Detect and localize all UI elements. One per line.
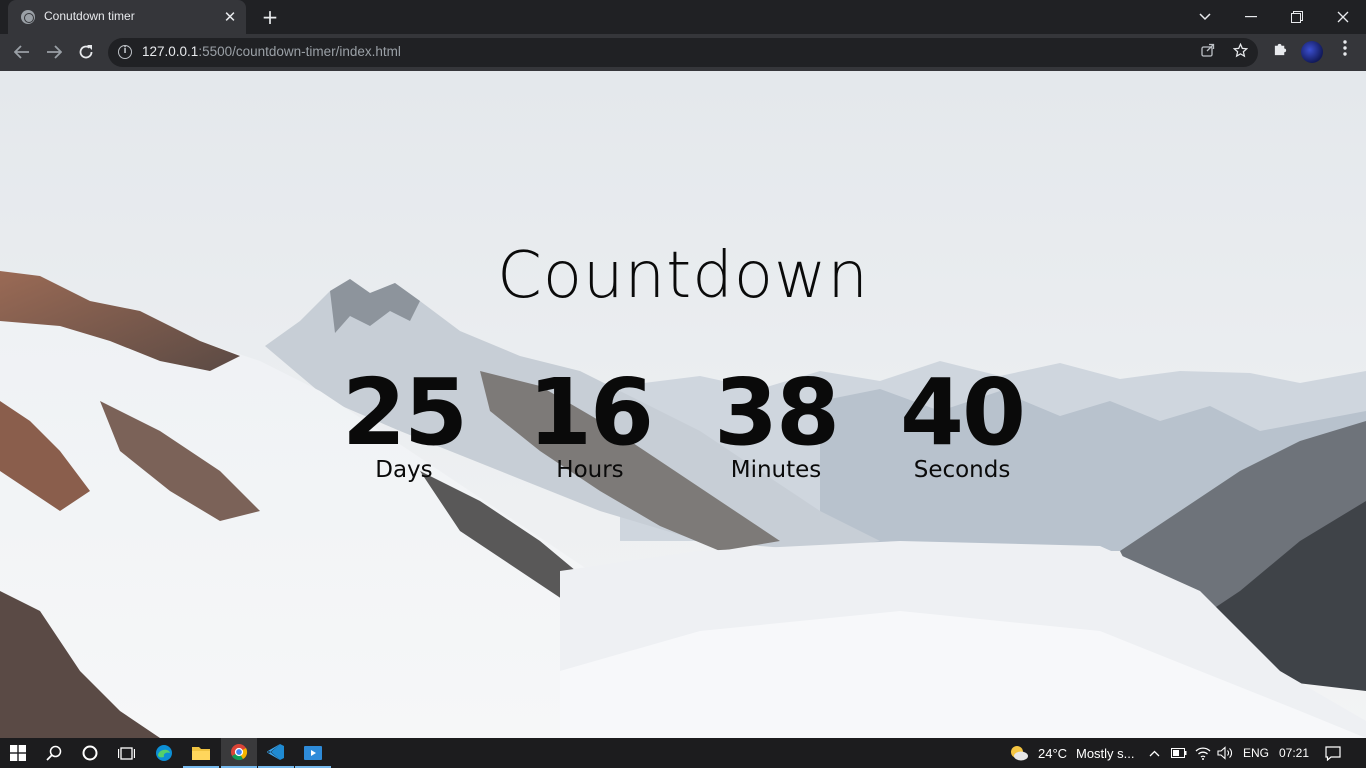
- star-icon[interactable]: [1230, 42, 1250, 63]
- url-text[interactable]: 127.0.0.1:5500/countdown-timer/index.htm…: [142, 44, 401, 59]
- address-bar[interactable]: i 127.0.0.1:5500/countdown-timer/index.h…: [108, 38, 1258, 67]
- tab-close-icon[interactable]: ✕: [220, 7, 240, 27]
- hours-value: 16: [527, 359, 654, 466]
- seconds-label: Seconds: [913, 457, 1011, 483]
- globe-icon: [21, 10, 35, 24]
- tab-search-chevron-down-icon[interactable]: [1182, 0, 1228, 34]
- share-icon[interactable]: [1198, 43, 1218, 63]
- edge-icon[interactable]: [146, 738, 182, 768]
- info-icon[interactable]: i: [118, 45, 132, 59]
- wifi-icon[interactable]: [1194, 738, 1212, 768]
- countdown-days: 25 Days: [341, 359, 468, 484]
- cortana-icon[interactable]: [72, 738, 108, 768]
- forward-icon[interactable]: [41, 39, 67, 65]
- search-icon[interactable]: [36, 738, 72, 768]
- new-tab-button[interactable]: +: [258, 5, 282, 29]
- countdown-container: Countdown 25 Days 16 Hours 38 Minutes 40…: [0, 71, 1366, 738]
- notification-icon[interactable]: [1322, 738, 1344, 768]
- profile-avatar[interactable]: [1301, 41, 1323, 63]
- minutes-value: 38: [714, 359, 840, 466]
- countdown-seconds: 40 Seconds: [900, 359, 1026, 484]
- weather-description[interactable]: Mostly s...: [1076, 738, 1135, 768]
- countdown-hours: 16 Hours: [527, 359, 654, 484]
- chrome-icon[interactable]: [221, 738, 257, 768]
- page-title: Countdown: [497, 239, 869, 313]
- minutes-label: Minutes: [730, 457, 822, 483]
- tab-title: Conutdown timer: [44, 9, 135, 23]
- file-explorer-icon[interactable]: [183, 738, 219, 768]
- countdown-minutes: 38 Minutes: [714, 359, 840, 484]
- windows-start-icon[interactable]: [0, 738, 36, 768]
- puzzle-icon[interactable]: [1268, 40, 1292, 64]
- chevron-up-icon[interactable]: [1146, 738, 1162, 768]
- battery-icon[interactable]: [1170, 738, 1188, 768]
- browser-toolbar: i 127.0.0.1:5500/countdown-timer/index.h…: [0, 34, 1366, 71]
- browser-tabstrip: Conutdown timer ✕ +: [0, 0, 1366, 34]
- back-icon[interactable]: [9, 39, 35, 65]
- page-viewport: Countdown 25 Days 16 Hours 38 Minutes 40…: [0, 71, 1366, 738]
- clock[interactable]: 07:21: [1279, 738, 1309, 768]
- volume-icon[interactable]: [1216, 738, 1234, 768]
- windows-taskbar: 24°C Mostly s... ENG 07:21: [0, 738, 1366, 768]
- minimize-icon[interactable]: [1228, 0, 1274, 34]
- reload-icon[interactable]: [73, 39, 99, 65]
- days-value: 25: [341, 359, 468, 466]
- close-window-icon[interactable]: [1320, 0, 1366, 34]
- weather-temperature[interactable]: 24°C: [1038, 738, 1067, 768]
- language-indicator[interactable]: ENG: [1243, 738, 1269, 768]
- vscode-icon[interactable]: [258, 738, 294, 768]
- seconds-value: 40: [900, 359, 1026, 466]
- media-app-icon[interactable]: [295, 738, 331, 768]
- weather-icon[interactable]: [1008, 738, 1030, 768]
- menu-kebab-icon[interactable]: [1333, 40, 1357, 64]
- task-view-icon[interactable]: [108, 738, 144, 768]
- browser-tab[interactable]: Conutdown timer ✕: [8, 0, 246, 34]
- restore-icon[interactable]: [1274, 0, 1320, 34]
- countdown-units: 25 Days 16 Hours 38 Minutes 40 Seconds: [0, 359, 1366, 484]
